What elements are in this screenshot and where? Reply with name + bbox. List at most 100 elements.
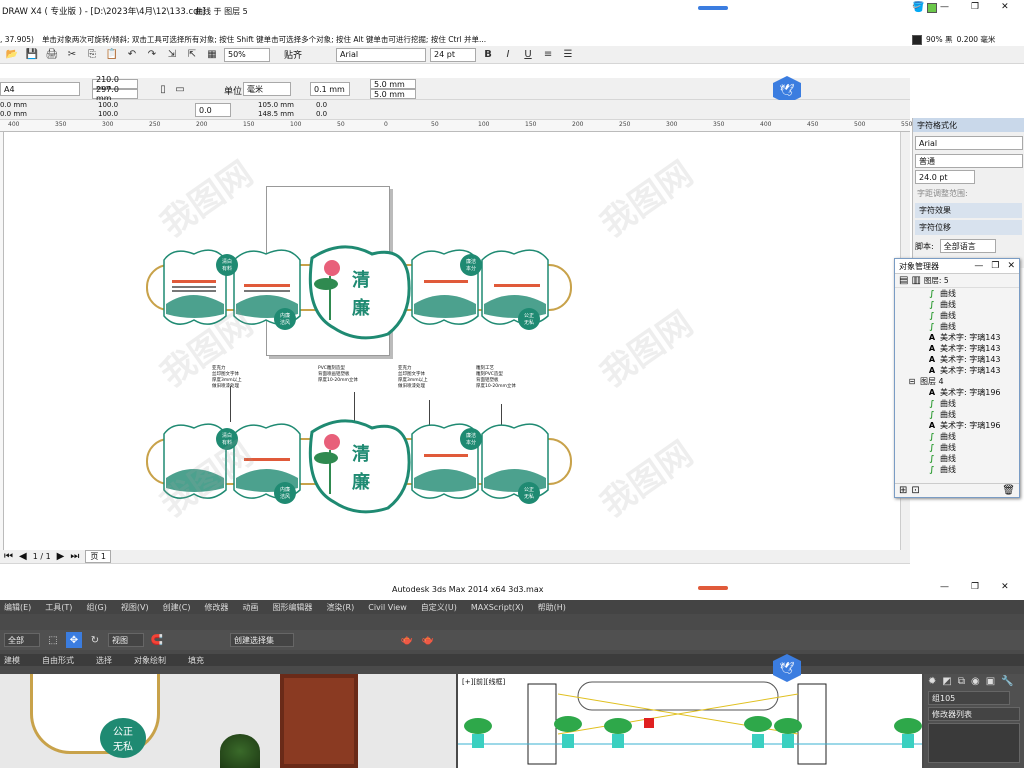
italic-icon[interactable]: I <box>500 47 516 63</box>
restore-icon[interactable]: ❐ <box>971 2 979 12</box>
char-size-field[interactable]: 24.0 pt <box>915 170 975 184</box>
redo-icon[interactable]: ↷ <box>144 47 160 63</box>
copy-icon[interactable]: ⎘ <box>84 47 100 63</box>
ribbon-tab[interactable]: 填充 <box>188 655 204 666</box>
modifier-stack[interactable] <box>928 723 1020 763</box>
portrait-icon[interactable]: ▯ <box>155 81 171 97</box>
landscape-icon[interactable]: ▭ <box>172 81 188 97</box>
ribbon-tab[interactable]: 建模 <box>4 655 20 666</box>
drawing-canvas[interactable]: 清 廉 清白 有料 内廉 洁风 廉洁 本分 公正 无私 亚克力 丝印图文字体 厚度3m… <box>4 132 900 550</box>
ribbon-tab[interactable]: 对象绘制 <box>134 655 166 666</box>
save-icon[interactable]: 💾 <box>24 47 40 63</box>
max-menu-item[interactable]: 动画 <box>242 602 258 613</box>
obj-close-icon[interactable]: ✕ <box>1007 261 1015 271</box>
char-effects-section[interactable]: 字符效果 <box>915 203 1022 218</box>
tree-item[interactable]: ∫ 曲线 <box>927 409 1019 420</box>
new-master-layer-icon[interactable]: ⊡ <box>911 485 919 496</box>
camera-viewport[interactable]: 公正 无私 <box>0 674 456 768</box>
max-menu-item[interactable]: 修改器 <box>204 602 228 613</box>
max-menu-item[interactable]: 组(G) <box>86 602 106 613</box>
tree-item[interactable]: A 美术字: 字璃143 <box>927 354 1019 365</box>
dup-x-field[interactable]: 5.0 mm <box>370 79 416 89</box>
max-menu-item[interactable]: 工具(T) <box>45 602 72 613</box>
hierarchy-tab-icon[interactable]: ⧉ <box>958 676 965 687</box>
prev-page-icon[interactable]: ◀ <box>19 551 27 562</box>
angle-field[interactable]: 0.0 <box>195 103 231 117</box>
tree-item[interactable]: ∫ 曲线 <box>927 464 1019 475</box>
obj-min-icon[interactable]: — <box>974 261 983 271</box>
max-menu-item[interactable]: 编辑(E) <box>4 602 31 613</box>
max-menu-item[interactable]: MAXScript(X) <box>471 603 524 612</box>
align-icon[interactable]: ≡ <box>540 47 556 63</box>
motion-tab-icon[interactable]: ◉ <box>971 676 980 687</box>
tree-item[interactable]: A 美术字: 字璃196 <box>927 420 1019 431</box>
layer-4-row[interactable]: ⊟ 图层 4 <box>895 376 1019 387</box>
ribbon-tab[interactable]: 自由形式 <box>42 655 74 666</box>
create-tab-icon[interactable]: ✹ <box>928 676 936 687</box>
front-viewport[interactable]: [+][前][线框] <box>458 674 922 768</box>
page-tab[interactable]: 页 1 <box>85 550 112 563</box>
next-page-icon[interactable]: ▶ <box>57 551 65 562</box>
render-setup-icon[interactable]: 🫖 <box>399 632 415 648</box>
tree-item[interactable]: A 美术字: 字璃143 <box>927 332 1019 343</box>
snap-label[interactable]: 贴齐 <box>284 48 302 61</box>
close-icon[interactable]: ✕ <box>1001 2 1009 12</box>
max-menu-item[interactable]: 帮助(H) <box>538 602 566 613</box>
max-minimize-icon[interactable]: — <box>940 582 949 592</box>
max-menu-item[interactable]: 视图(V) <box>121 602 149 613</box>
char-style-select[interactable]: 普通 <box>915 154 1023 168</box>
tree-item[interactable]: ∫ 曲线 <box>927 442 1019 453</box>
char-script-select[interactable]: 全部语言 <box>939 239 996 253</box>
rotate-icon[interactable]: ↻ <box>87 632 103 648</box>
utilities-tab-icon[interactable]: 🔧 <box>1001 676 1013 687</box>
display-tab-icon[interactable]: ▣ <box>986 676 995 687</box>
max-close-icon[interactable]: ✕ <box>1001 582 1009 592</box>
first-page-icon[interactable]: ⏮ <box>4 551 13 562</box>
outline-swatch[interactable] <box>912 34 922 45</box>
move-icon[interactable]: ✥ <box>66 632 82 648</box>
export-icon[interactable]: ⇱ <box>184 47 200 63</box>
tree-item[interactable]: ∫ 曲线 <box>927 398 1019 409</box>
open-icon[interactable]: 📂 <box>4 47 20 63</box>
max-menu-item[interactable]: 自定义(U) <box>421 602 457 613</box>
import-icon[interactable]: ⇲ <box>164 47 180 63</box>
list-icon[interactable]: ☰ <box>560 47 576 63</box>
tree-item[interactable]: A 美术字: 字璃196 <box>927 387 1019 398</box>
layer-view-icon[interactable]: ▤ <box>899 275 908 286</box>
tree-item[interactable]: ∫ 曲线 <box>927 321 1019 332</box>
named-selset[interactable]: 创建选择集 <box>230 633 294 647</box>
unit-select[interactable]: 毫米 <box>243 82 291 96</box>
select-icon[interactable]: ⬚ <box>45 632 61 648</box>
layer-edit-icon[interactable]: ▥ <box>911 275 920 286</box>
last-page-icon[interactable]: ⏭ <box>70 551 79 562</box>
paste-icon[interactable]: 📋 <box>104 47 120 63</box>
tree-item[interactable]: ∫ 曲线 <box>927 288 1019 299</box>
font-size-select[interactable]: 24 pt <box>430 47 477 62</box>
obj-max-icon[interactable]: ❐ <box>991 261 999 271</box>
progress-handle[interactable] <box>698 6 728 10</box>
max-restore-icon[interactable]: ❐ <box>971 582 979 592</box>
object-name-field[interactable]: 组105 <box>928 691 1010 705</box>
max-menu-item[interactable]: 图形编辑器 <box>272 602 312 613</box>
char-font-select[interactable]: Arial <box>915 136 1023 150</box>
max-progress-handle[interactable] <box>698 586 728 590</box>
max-menu-item[interactable]: Civil View <box>368 603 407 612</box>
font-select[interactable]: Arial <box>336 47 427 62</box>
tree-item[interactable]: ∫ 曲线 <box>927 453 1019 464</box>
tree-item[interactable]: A 美术字: 字璃143 <box>927 365 1019 376</box>
tree-item[interactable]: ∫ 曲线 <box>927 299 1019 310</box>
modify-tab-icon[interactable]: ◩ <box>942 676 951 687</box>
undo-icon[interactable]: ↶ <box>124 47 140 63</box>
tree-item[interactable]: A 美术字: 字璃143 <box>927 343 1019 354</box>
ref-coord-select[interactable]: 视图 <box>108 633 144 647</box>
fill-swatch[interactable] <box>927 2 938 13</box>
dup-y-field[interactable]: 5.0 mm <box>370 89 416 99</box>
bold-icon[interactable]: B <box>480 47 496 63</box>
page-height-field[interactable]: 297.0 mm <box>92 85 138 103</box>
minimize-icon[interactable]: — <box>940 2 949 12</box>
print-icon[interactable]: 🖨 <box>44 47 60 63</box>
tree-item[interactable]: ∫ 曲线 <box>927 310 1019 321</box>
new-layer-icon[interactable]: ⊞ <box>899 485 907 496</box>
app-launcher-icon[interactable]: ▦ <box>204 47 220 63</box>
underline-icon[interactable]: U <box>520 47 536 63</box>
